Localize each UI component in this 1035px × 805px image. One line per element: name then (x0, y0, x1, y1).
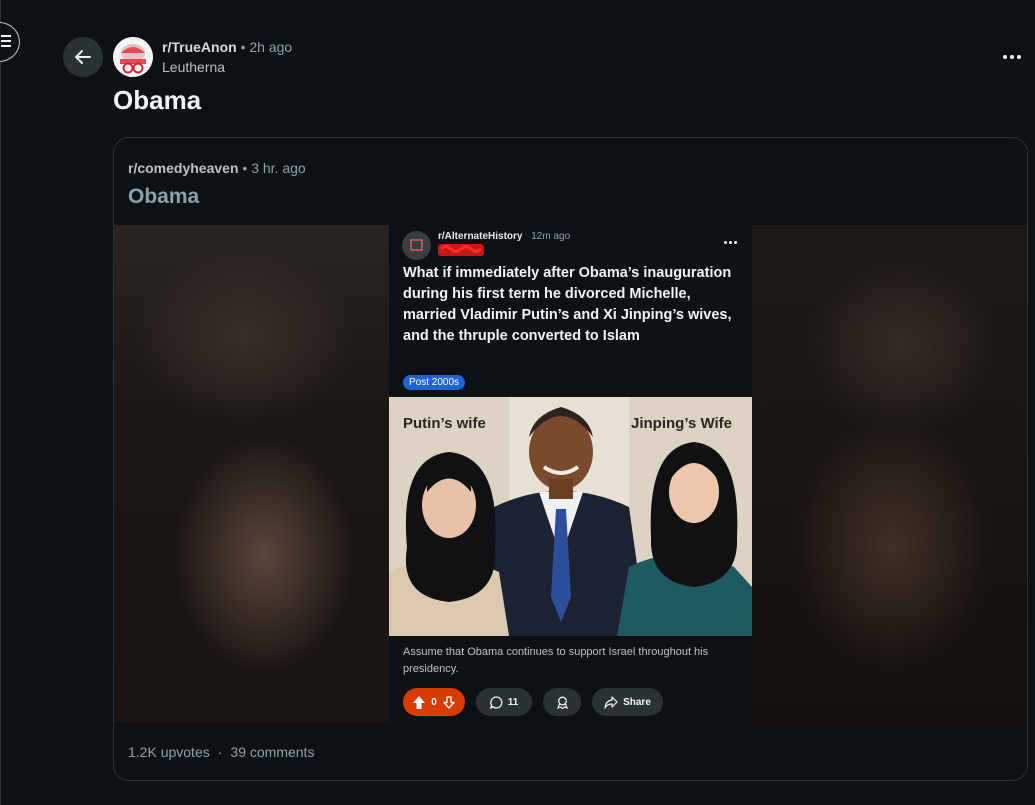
embedded-flair: Post 2000s (403, 375, 466, 390)
post-time: 2h ago (249, 39, 293, 55)
nav-menu-button[interactable] (0, 22, 20, 62)
blurred-backdrop-left (114, 225, 389, 722)
embedded-subreddit: r/AlternateHistory (438, 231, 523, 242)
upvote-icon (413, 695, 426, 709)
subreddit-logo (113, 37, 153, 77)
meta-separator: • (240, 39, 246, 55)
image-label-left: Putin’s wife (403, 415, 486, 432)
crosspost-upvotes: 1.2K upvotes (128, 744, 210, 760)
award-icon (556, 696, 568, 709)
embedded-caption: Assume that Obama continues to support I… (403, 646, 709, 675)
embedded-more-icon (724, 241, 737, 244)
crosspost-card[interactable]: r/comedyheaven • 3 hr. ago Obama r/Alter… (113, 137, 1028, 781)
left-rail (0, 0, 1, 805)
embedded-vote-count: 0 (431, 696, 437, 708)
subreddit-avatar[interactable] (113, 37, 153, 77)
embedded-award-pill (543, 688, 581, 716)
crosspost-time: 3 hr. ago (251, 160, 306, 176)
image-label-right: Jinping’s Wife (631, 415, 732, 432)
crosspost-comments[interactable]: 39 comments (230, 744, 314, 760)
embedded-share-pill: Share (592, 688, 663, 716)
crosspost-separator: • (242, 160, 248, 176)
photo-illustration (389, 397, 752, 636)
embedded-comment-count: 11 (507, 696, 519, 708)
stats-separator: · (217, 744, 223, 760)
subreddit-link[interactable]: r/TrueAnon (162, 39, 237, 55)
back-button[interactable] (63, 37, 103, 77)
comment-icon (489, 695, 503, 709)
blurred-backdrop-right (752, 225, 1027, 722)
crosspost-title[interactable]: Obama (128, 185, 199, 209)
embedded-vote-pill: 0 (403, 688, 465, 716)
embedded-photo: Putin’s wife Jinping’s Wife (389, 397, 752, 636)
embedded-post-meta: r/AlternateHistory 12m ago (438, 231, 570, 242)
share-icon (604, 695, 618, 709)
crosspost-stats: 1.2K upvotes · 39 comments (128, 744, 314, 760)
crosspost-subreddit-link[interactable]: r/comedyheaven (128, 160, 239, 176)
crosspost-meta: r/comedyheaven • 3 hr. ago (128, 160, 306, 176)
back-arrow-icon (75, 50, 91, 64)
embedded-author-redacted (438, 244, 484, 256)
media-container[interactable]: r/AlternateHistory 12m ago What if immed… (114, 225, 1027, 722)
menu-icon (1, 35, 13, 50)
post-title: Obama (113, 85, 202, 115)
embedded-subreddit-avatar (402, 231, 431, 260)
embedded-comments-pill: 11 (476, 688, 532, 716)
more-icon (1003, 55, 1021, 59)
embedded-time: 12m ago (531, 231, 571, 242)
author-link[interactable]: Leutherna (162, 59, 225, 75)
embedded-share-label: Share (623, 696, 651, 708)
screenshot-image: r/AlternateHistory 12m ago What if immed… (389, 225, 752, 722)
post-meta: r/TrueAnon • 2h ago (162, 39, 292, 55)
more-options-button[interactable] (1003, 47, 1029, 67)
embedded-post-title: What if immediately after Obama’s inaugu… (403, 265, 732, 344)
downvote-icon (443, 695, 455, 709)
